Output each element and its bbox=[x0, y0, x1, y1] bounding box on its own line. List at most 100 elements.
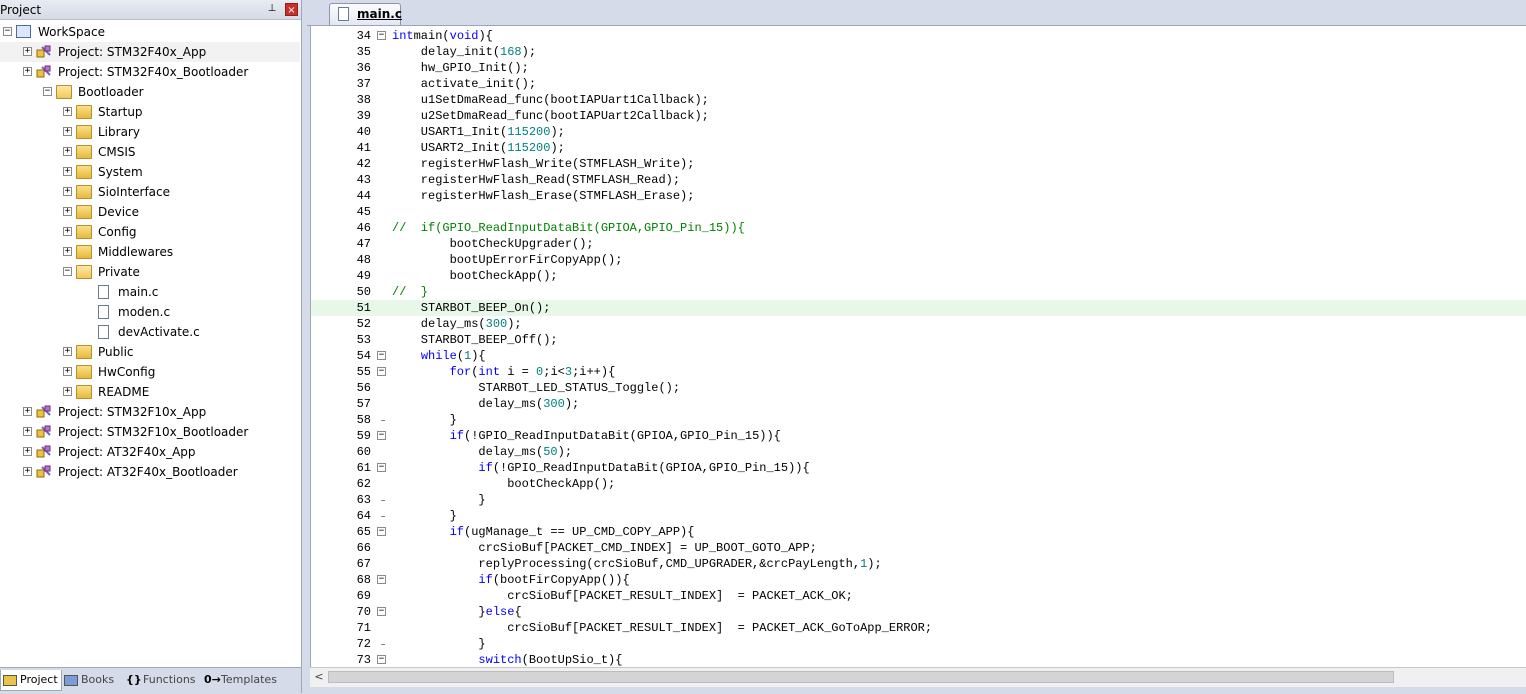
tree-item[interactable]: main.c bbox=[0, 282, 300, 302]
code-line[interactable]: 70− }else{ bbox=[311, 604, 1526, 620]
code-line[interactable]: 64 } bbox=[311, 508, 1526, 524]
fold-toggle-icon[interactable]: − bbox=[377, 575, 386, 584]
code-line[interactable]: 61− if(!GPIO_ReadInputDataBit(GPIOA,GPIO… bbox=[311, 460, 1526, 476]
code-line[interactable]: 67 replyProcessing(crcSioBuf,CMD_UPGRADE… bbox=[311, 556, 1526, 572]
tree-item[interactable]: + Project: STM32F10x_Bootloader bbox=[0, 422, 300, 442]
expand-icon[interactable]: + bbox=[23, 467, 32, 476]
close-icon[interactable]: × bbox=[285, 3, 298, 16]
code-line[interactable]: 50 // } bbox=[311, 284, 1526, 300]
code-line[interactable]: 48 bootUpErrorFirCopyApp(); bbox=[311, 252, 1526, 268]
fold-toggle-icon[interactable]: − bbox=[377, 31, 386, 40]
tree-item[interactable]: − WorkSpace bbox=[0, 22, 300, 42]
code-line[interactable]: 62 bootCheckApp(); bbox=[311, 476, 1526, 492]
code-line[interactable]: 59− if(!GPIO_ReadInputDataBit(GPIOA,GPIO… bbox=[311, 428, 1526, 444]
collapse-icon[interactable]: − bbox=[3, 27, 12, 36]
code-line[interactable]: 34− intmain(void){ bbox=[311, 28, 1526, 44]
tree-item[interactable]: + Device bbox=[0, 202, 300, 222]
tree-item[interactable]: + Project: STM32F40x_App bbox=[0, 42, 300, 62]
expand-icon[interactable]: + bbox=[23, 447, 32, 456]
tree-item[interactable]: + System bbox=[0, 162, 300, 182]
fold-toggle-icon[interactable]: − bbox=[377, 431, 386, 440]
code-line[interactable]: 69 crcSioBuf[PACKET_RESULT_INDEX] = PACK… bbox=[311, 588, 1526, 604]
code-line[interactable]: 54− while(1){ bbox=[311, 348, 1526, 364]
code-line[interactable]: 55− for(int i = 0;i<3;i++){ bbox=[311, 364, 1526, 380]
code-line[interactable]: 56 STARBOT_LED_STATUS_Toggle(); bbox=[311, 380, 1526, 396]
code-line[interactable]: 71 crcSioBuf[PACKET_RESULT_INDEX] = PACK… bbox=[311, 620, 1526, 636]
tab-functions[interactable]: {}Functions bbox=[124, 670, 200, 690]
code-line[interactable]: 60 delay_ms(50); bbox=[311, 444, 1526, 460]
tab-books[interactable]: Books bbox=[62, 670, 122, 690]
code-line[interactable]: 47 bootCheckUpgrader(); bbox=[311, 236, 1526, 252]
code-line[interactable]: 65− if(ugManage_t == UP_CMD_COPY_APP){ bbox=[311, 524, 1526, 540]
code-line[interactable]: 41 USART2_Init(115200); bbox=[311, 140, 1526, 156]
fold-toggle-icon[interactable]: − bbox=[377, 351, 386, 360]
fold-toggle-icon[interactable]: − bbox=[377, 527, 386, 536]
expand-icon[interactable]: + bbox=[63, 247, 72, 256]
tree-item[interactable]: devActivate.c bbox=[0, 322, 300, 342]
expand-icon[interactable]: + bbox=[63, 107, 72, 116]
code-editor[interactable]: 34− intmain(void){35 delay_init(168); 36 h… bbox=[310, 26, 1526, 667]
tree-item[interactable]: + Middlewares bbox=[0, 242, 300, 262]
horizontal-scrollbar[interactable]: < bbox=[310, 667, 1526, 687]
tree-item[interactable]: + Public bbox=[0, 342, 300, 362]
tree-item[interactable]: + Project: AT32F40x_Bootloader bbox=[0, 462, 300, 482]
code-line[interactable]: 42 registerHwFlash_Write(STMFLASH_Write)… bbox=[311, 156, 1526, 172]
code-line[interactable]: 52 delay_ms(300); bbox=[311, 316, 1526, 332]
tree-item[interactable]: + Library bbox=[0, 122, 300, 142]
fold-toggle-icon[interactable]: − bbox=[377, 367, 386, 376]
expand-icon[interactable]: + bbox=[63, 347, 72, 356]
code-line[interactable]: 37 activate_init(); bbox=[311, 76, 1526, 92]
tree-item[interactable]: + HwConfig bbox=[0, 362, 300, 382]
tree-item[interactable]: + Config bbox=[0, 222, 300, 242]
tree-item[interactable]: + Project: STM32F10x_App bbox=[0, 402, 300, 422]
code-line[interactable]: 38 u1SetDmaRead_func(bootIAPUart1Callbac… bbox=[311, 92, 1526, 108]
code-line[interactable]: 73− switch(BootUpSio_t){ bbox=[311, 652, 1526, 667]
code-line[interactable]: 45 bbox=[311, 204, 1526, 220]
code-line[interactable]: 51 STARBOT_BEEP_On(); bbox=[311, 300, 1526, 316]
tree-item[interactable]: + Startup bbox=[0, 102, 300, 122]
tab-templates[interactable]: 0→Templates bbox=[202, 670, 284, 690]
code-line[interactable]: 58 } bbox=[311, 412, 1526, 428]
expand-icon[interactable]: + bbox=[23, 47, 32, 56]
collapse-icon[interactable]: − bbox=[63, 267, 72, 276]
expand-icon[interactable]: + bbox=[63, 387, 72, 396]
code-line[interactable]: 72 } bbox=[311, 636, 1526, 652]
fold-toggle-icon[interactable]: − bbox=[377, 655, 386, 664]
expand-icon[interactable]: + bbox=[63, 367, 72, 376]
tree-item[interactable]: − Bootloader bbox=[0, 82, 300, 102]
code-line[interactable]: 44 registerHwFlash_Erase(STMFLASH_Erase)… bbox=[311, 188, 1526, 204]
tree-item[interactable]: + README bbox=[0, 382, 300, 402]
code-line[interactable]: 40 USART1_Init(115200); bbox=[311, 124, 1526, 140]
expand-icon[interactable]: + bbox=[63, 227, 72, 236]
code-line[interactable]: 66 crcSioBuf[PACKET_CMD_INDEX] = UP_BOOT… bbox=[311, 540, 1526, 556]
expand-icon[interactable]: + bbox=[23, 407, 32, 416]
expand-icon[interactable]: + bbox=[63, 147, 72, 156]
code-line[interactable]: 43 registerHwFlash_Read(STMFLASH_Read); bbox=[311, 172, 1526, 188]
code-line[interactable]: 39 u2SetDmaRead_func(bootIAPUart2Callbac… bbox=[311, 108, 1526, 124]
code-line[interactable]: 36 hw_GPIO_Init(); bbox=[311, 60, 1526, 76]
tree-item[interactable]: − Private bbox=[0, 262, 300, 282]
code-line[interactable]: 68− if(bootFirCopyApp()){ bbox=[311, 572, 1526, 588]
tree-item[interactable]: + Project: STM32F40x_Bootloader bbox=[0, 62, 300, 82]
tab-project[interactable]: Project bbox=[0, 670, 62, 691]
scroll-thumb[interactable] bbox=[328, 671, 1394, 683]
scroll-left-icon[interactable]: < bbox=[312, 670, 326, 684]
code-line[interactable]: 63 } bbox=[311, 492, 1526, 508]
tree-item[interactable]: + SioInterface bbox=[0, 182, 300, 202]
fold-toggle-icon[interactable]: − bbox=[377, 463, 386, 472]
tree-item[interactable]: moden.c bbox=[0, 302, 300, 322]
code-line[interactable]: 49 bootCheckApp(); bbox=[311, 268, 1526, 284]
tree-item[interactable]: + CMSIS bbox=[0, 142, 300, 162]
collapse-icon[interactable]: − bbox=[43, 87, 52, 96]
code-line[interactable]: 57 delay_ms(300); bbox=[311, 396, 1526, 412]
expand-icon[interactable]: + bbox=[23, 67, 32, 76]
code-line[interactable]: 53 STARBOT_BEEP_Off(); bbox=[311, 332, 1526, 348]
expand-icon[interactable]: + bbox=[63, 207, 72, 216]
expand-icon[interactable]: + bbox=[63, 187, 72, 196]
tree-item[interactable]: + Project: AT32F40x_App bbox=[0, 442, 300, 462]
fold-toggle-icon[interactable]: − bbox=[377, 607, 386, 616]
tab-main-c[interactable]: main.c bbox=[329, 3, 402, 25]
expand-icon[interactable]: + bbox=[63, 127, 72, 136]
code-line[interactable]: 35 delay_init(168); bbox=[311, 44, 1526, 60]
code-line[interactable]: 46 // if(GPIO_ReadInputDataBit(GPIOA,GPIO… bbox=[311, 220, 1526, 236]
